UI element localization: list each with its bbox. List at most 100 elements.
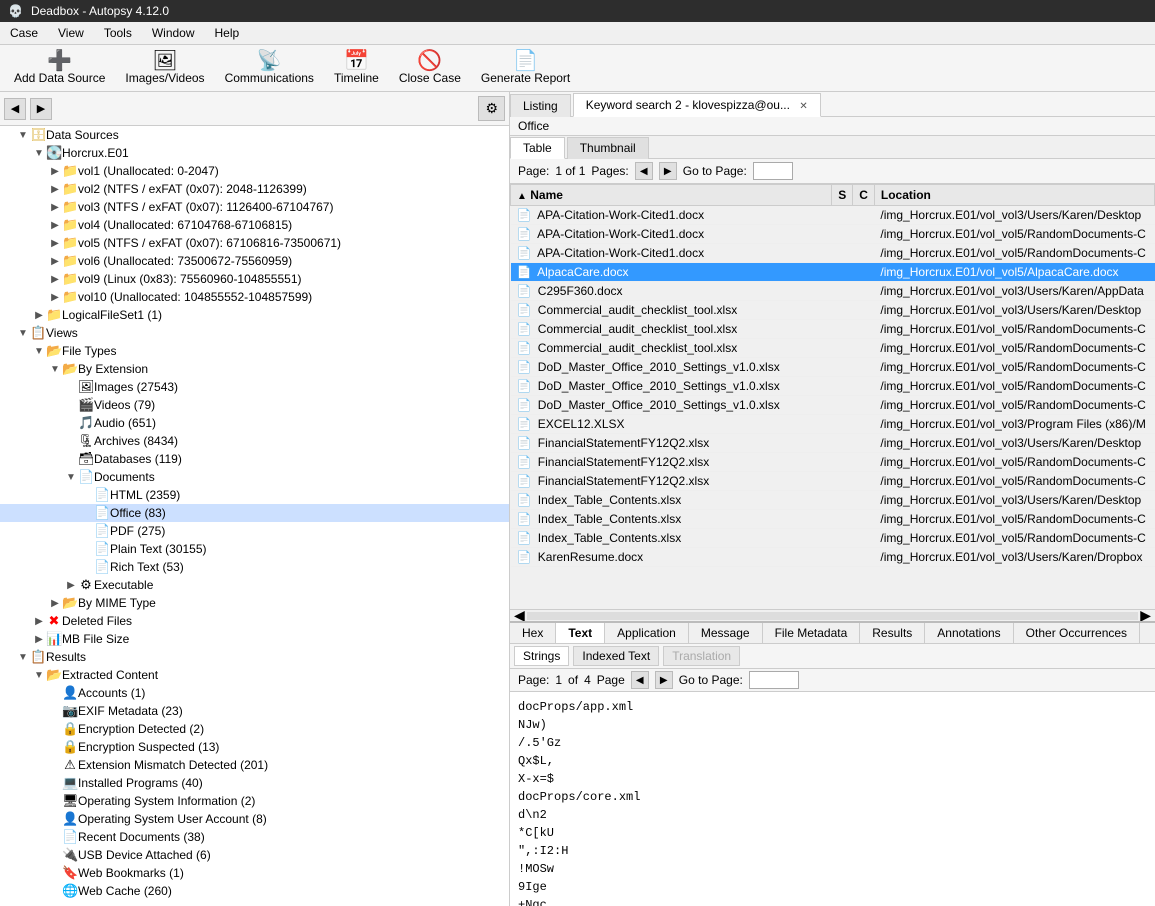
strings-go-to-input[interactable] <box>749 671 799 689</box>
generate-report-button[interactable]: 📄 Generate Report <box>475 49 576 87</box>
col-s-header[interactable]: S <box>832 185 853 206</box>
tree-recent-docs[interactable]: 📄 Recent Documents (38) <box>0 828 509 846</box>
tree-documents[interactable]: ▼ 📄 Documents <box>0 468 509 486</box>
menu-case[interactable]: Case <box>6 24 42 42</box>
tab-keyword-search[interactable]: Keyword search 2 - klovespizza@ou... ✕ <box>573 93 821 117</box>
table-row[interactable]: 📄 KarenResume.docx /img_Horcrux.E01/vol_… <box>511 548 1155 567</box>
tree-vol9[interactable]: ▶ 📁 vol9 (Linux (0x83): 75560960-1048555… <box>0 270 509 288</box>
tab-file-metadata[interactable]: File Metadata <box>763 623 861 643</box>
tab-thumbnail[interactable]: Thumbnail <box>567 137 649 159</box>
table-row[interactable]: 📄 FinancialStatementFY12Q2.xlsx /img_Hor… <box>511 453 1155 472</box>
tab-annotations[interactable]: Annotations <box>925 623 1013 643</box>
table-row[interactable]: 📄 EXCEL12.XLSX /img_Horcrux.E01/vol_vol3… <box>511 415 1155 434</box>
page-next-button[interactable]: ▶ <box>659 162 677 180</box>
tab-results[interactable]: Results <box>860 623 925 643</box>
tree-executable[interactable]: ▶ ⚙ Executable <box>0 576 509 594</box>
strings-tab-strings[interactable]: Strings <box>514 646 569 666</box>
toggle-vol9[interactable]: ▶ <box>48 274 62 285</box>
tab-message[interactable]: Message <box>689 623 763 643</box>
tree-horcrux[interactable]: ▼ 💽 Horcrux.E01 <box>0 144 509 162</box>
table-row[interactable]: 📄 FinancialStatementFY12Q2.xlsx /img_Hor… <box>511 434 1155 453</box>
toggle-documents[interactable]: ▼ <box>64 472 78 483</box>
tree-plain-text[interactable]: 📄 Plain Text (30155) <box>0 540 509 558</box>
table-row[interactable]: 📄 APA-Citation-Work-Cited1.docx /img_Hor… <box>511 225 1155 244</box>
tree-vol3[interactable]: ▶ 📁 vol3 (NTFS / exFAT (0x07): 1126400-6… <box>0 198 509 216</box>
add-data-source-button[interactable]: ➕ Add Data Source <box>8 49 111 87</box>
tab-listing[interactable]: Listing <box>510 94 571 117</box>
page-prev-button[interactable]: ◀ <box>635 162 653 180</box>
close-case-button[interactable]: 🚫 Close Case <box>393 49 467 87</box>
tree-os-info[interactable]: 🖥 Operating System Information (2) <box>0 792 509 810</box>
go-to-page-input[interactable] <box>753 162 793 180</box>
tree-encryption-detected[interactable]: 🔒 Encryption Detected (2) <box>0 720 509 738</box>
nav-forward-button[interactable]: ▶ <box>30 98 52 120</box>
tree-usb[interactable]: 🔌 USB Device Attached (6) <box>0 846 509 864</box>
toggle-deleted[interactable]: ▶ <box>32 616 46 627</box>
tab-table[interactable]: Table <box>510 137 565 159</box>
tree-vol4[interactable]: ▶ 📁 vol4 (Unallocated: 67104768-67106815… <box>0 216 509 234</box>
tree-office[interactable]: 📄 Office (83) <box>0 504 509 522</box>
nav-back-button[interactable]: ◀ <box>4 98 26 120</box>
table-row[interactable]: 📄 Index_Table_Contents.xlsx /img_Horcrux… <box>511 491 1155 510</box>
table-row[interactable]: 📄 FinancialStatementFY12Q2.xlsx /img_Hor… <box>511 472 1155 491</box>
tree-videos[interactable]: 🎬 Videos (79) <box>0 396 509 414</box>
toggle-extracted[interactable]: ▼ <box>32 670 46 681</box>
tab-application[interactable]: Application <box>605 623 689 643</box>
table-row[interactable]: 📄 AlpacaCare.docx /img_Horcrux.E01/vol_v… <box>511 263 1155 282</box>
scroll-right-button[interactable]: ▶ <box>1140 607 1151 621</box>
tree-vol5[interactable]: ▶ 📁 vol5 (NTFS / exFAT (0x07): 67106816-… <box>0 234 509 252</box>
tree-vol10[interactable]: ▶ 📁 vol10 (Unallocated: 104855552-104857… <box>0 288 509 306</box>
tree-by-mime[interactable]: ▶ 📂 By MIME Type <box>0 594 509 612</box>
toggle-mb[interactable]: ▶ <box>32 634 46 645</box>
tree-images[interactable]: 🖼 Images (27543) <box>0 378 509 396</box>
tab-other-occurrences[interactable]: Other Occurrences <box>1014 623 1140 643</box>
toggle-logical[interactable]: ▶ <box>32 310 46 321</box>
tree-views[interactable]: ▼ 📋 Views <box>0 324 509 342</box>
col-location-header[interactable]: Location <box>874 185 1154 206</box>
table-row[interactable]: 📄 APA-Citation-Work-Cited1.docx /img_Hor… <box>511 244 1155 263</box>
tree-encryption-suspected[interactable]: 🔒 Encryption Suspected (13) <box>0 738 509 756</box>
tree-web-cache[interactable]: 🌐 Web Cache (260) <box>0 882 509 900</box>
tree-results[interactable]: ▼ 📋 Results <box>0 648 509 666</box>
toggle-vol4[interactable]: ▶ <box>48 220 62 231</box>
table-row[interactable]: 📄 DoD_Master_Office_2010_Settings_v1.0.x… <box>511 396 1155 415</box>
tree-deleted-files[interactable]: ▶ ✖ Deleted Files <box>0 612 509 630</box>
tree-databases[interactable]: 🗃 Databases (119) <box>0 450 509 468</box>
table-row[interactable]: 📄 Commercial_audit_checklist_tool.xlsx /… <box>511 320 1155 339</box>
tree-logical-fileset[interactable]: ▶ 📁 LogicalFileSet1 (1) <box>0 306 509 324</box>
file-table-wrapper[interactable]: ▲ Name S C Location 📄 APA-Citation-Work-… <box>510 184 1155 609</box>
toggle-vol3[interactable]: ▶ <box>48 202 62 213</box>
toggle-horcrux[interactable]: ▼ <box>32 148 46 159</box>
strings-next-button[interactable]: ▶ <box>655 671 673 689</box>
tree-rich-text[interactable]: 📄 Rich Text (53) <box>0 558 509 576</box>
strings-prev-button[interactable]: ◀ <box>631 671 649 689</box>
menu-tools[interactable]: Tools <box>100 24 136 42</box>
tree-accounts[interactable]: 👤 Accounts (1) <box>0 684 509 702</box>
toggle-vol6[interactable]: ▶ <box>48 256 62 267</box>
horizontal-scroll-bar[interactable]: ◀ ▶ <box>510 609 1155 621</box>
toggle-vol5[interactable]: ▶ <box>48 238 62 249</box>
table-row[interactable]: 📄 Index_Table_Contents.xlsx /img_Horcrux… <box>511 510 1155 529</box>
toggle-file-types[interactable]: ▼ <box>32 346 46 357</box>
tree-vol2[interactable]: ▶ 📁 vol2 (NTFS / exFAT (0x07): 2048-1126… <box>0 180 509 198</box>
scroll-left-button[interactable]: ◀ <box>514 607 525 621</box>
table-row[interactable]: 📄 DoD_Master_Office_2010_Settings_v1.0.x… <box>511 377 1155 396</box>
table-row[interactable]: 📄 APA-Citation-Work-Cited1.docx /img_Hor… <box>511 206 1155 225</box>
communications-button[interactable]: 📡 Communications <box>219 49 320 87</box>
toggle-by-mime[interactable]: ▶ <box>48 598 62 609</box>
menu-help[interactable]: Help <box>211 24 244 42</box>
tree-installed-programs[interactable]: 💻 Installed Programs (40) <box>0 774 509 792</box>
tab-close-button[interactable]: ✕ <box>799 101 807 112</box>
tree-vol6[interactable]: ▶ 📁 vol6 (Unallocated: 73500672-75560959… <box>0 252 509 270</box>
settings-button[interactable]: ⚙ <box>478 96 505 121</box>
tree-archives[interactable]: 🗜 Archives (8434) <box>0 432 509 450</box>
tab-text[interactable]: Text <box>556 623 605 643</box>
toggle-vol2[interactable]: ▶ <box>48 184 62 195</box>
toggle-results[interactable]: ▼ <box>16 652 30 663</box>
col-name-header[interactable]: ▲ Name <box>511 185 832 206</box>
col-c-header[interactable]: C <box>853 185 875 206</box>
table-row[interactable]: 📄 Commercial_audit_checklist_tool.xlsx /… <box>511 339 1155 358</box>
tree-vol1[interactable]: ▶ 📁 vol1 (Unallocated: 0-2047) <box>0 162 509 180</box>
strings-tab-indexed-text[interactable]: Indexed Text <box>573 646 659 666</box>
scroll-track[interactable] <box>527 612 1138 620</box>
